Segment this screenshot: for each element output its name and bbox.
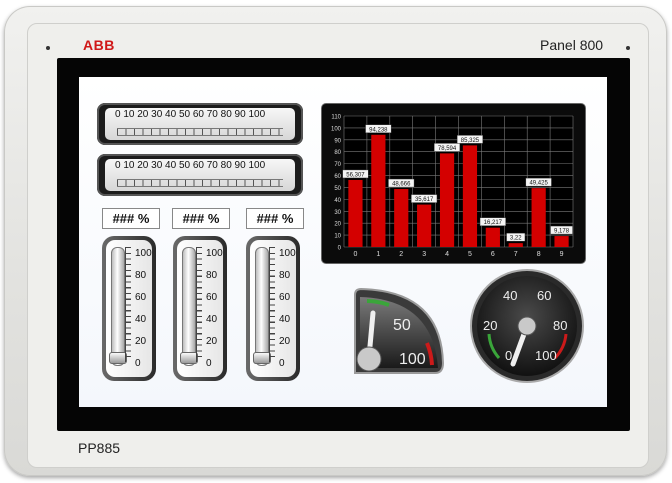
y-tick-label: 30 <box>334 210 341 216</box>
x-tick-label: 8 <box>537 251 541 258</box>
y-tick-label: 0 <box>338 246 342 252</box>
chart-bar <box>417 204 432 247</box>
vertical-slider-2[interactable]: 100 80 60 40 20 0 <box>173 236 227 381</box>
data-label: 9,178 <box>554 229 570 235</box>
bar-meter-face: 0 10 20 30 40 50 60 70 80 90 100 <box>105 108 295 140</box>
chart-bar <box>554 236 569 247</box>
slider-tube <box>255 247 269 366</box>
quarter-gauge[interactable]: 50 100 <box>349 285 447 384</box>
gauge-label: 20 <box>483 318 498 333</box>
data-label: 56,307 <box>346 172 365 178</box>
screw <box>626 46 630 50</box>
chart-bar <box>462 145 478 247</box>
horizontal-bar-meter-2[interactable]: 0 10 20 30 40 50 60 70 80 90 100 <box>97 154 303 196</box>
horizontal-bar-meter-1[interactable]: 0 10 20 30 40 50 60 70 80 90 100 <box>97 103 303 145</box>
brand-logo: ABB <box>83 37 115 53</box>
screw <box>46 46 50 50</box>
gauge-label: 0 <box>505 348 513 363</box>
y-tick-label: 20 <box>334 222 341 228</box>
scale-label: 40 <box>135 314 147 325</box>
scale-label: 20 <box>279 336 291 347</box>
scale-label: 60 <box>279 292 291 303</box>
data-label: 48,666 <box>392 182 411 188</box>
data-label: 49,425 <box>529 181 548 187</box>
bar-scale-labels: 0 10 20 30 40 50 60 70 80 90 100 <box>115 109 266 120</box>
chart-bar <box>371 134 386 247</box>
scale-label: 80 <box>206 270 218 281</box>
chart-bar <box>485 227 500 247</box>
y-tick-label: 40 <box>334 198 341 204</box>
y-tick-label: 10 <box>334 234 341 240</box>
bar-track <box>117 179 283 187</box>
y-tick-label: 80 <box>334 150 341 156</box>
data-label: 94,238 <box>369 127 388 133</box>
bar-chart: 0 10 20 30 40 50 60 70 80 90 100 110 56,307 0 94,238 1 4… <box>331 115 574 258</box>
gauge-label: 100 <box>399 351 426 368</box>
chart-bar <box>508 243 523 247</box>
scale-label: 80 <box>279 270 291 281</box>
scale-label: 40 <box>279 314 291 325</box>
data-label: 16,217 <box>484 220 503 226</box>
x-tick-label: 5 <box>468 251 472 258</box>
gauge-label: 60 <box>537 288 552 303</box>
percent-display-3[interactable]: ### % <box>246 208 304 229</box>
slider-scale <box>269 247 278 362</box>
data-label: 35,617 <box>415 197 434 203</box>
vertical-slider-1[interactable]: 100 80 60 40 20 0 <box>102 236 156 381</box>
data-label: 85,325 <box>461 138 480 144</box>
y-tick-label: 90 <box>334 138 341 144</box>
x-tick-label: 4 <box>445 251 449 258</box>
gauge-label: 40 <box>503 288 518 303</box>
scale-label: 100 <box>279 248 296 259</box>
y-tick-label: 110 <box>331 115 341 121</box>
bar-track <box>117 128 283 136</box>
y-tick-label: 70 <box>334 162 341 168</box>
x-tick-label: 3 <box>422 251 426 258</box>
x-tick-label: 7 <box>514 251 518 258</box>
data-label: 78,594 <box>438 146 457 152</box>
scale-label: 40 <box>206 314 218 325</box>
product-code: PP885 <box>78 440 121 456</box>
gauge-label: 50 <box>393 317 411 334</box>
model-label: Panel 800 <box>540 37 604 53</box>
scale-label: 20 <box>206 336 218 347</box>
scale-label: 60 <box>135 292 147 303</box>
chart-bar <box>531 188 546 247</box>
chart-bar <box>439 153 455 247</box>
y-tick-label: 60 <box>334 174 341 180</box>
vertical-slider-3[interactable]: 100 80 60 40 20 0 <box>246 236 300 381</box>
slider-tube <box>182 247 196 366</box>
scale-label: 0 <box>279 358 285 369</box>
scale-label: 100 <box>206 248 223 259</box>
scale-label: 60 <box>206 292 218 303</box>
bar-scale-labels: 0 10 20 30 40 50 60 70 80 90 100 <box>115 160 266 171</box>
bar-chart-panel[interactable]: 0 10 20 30 40 50 60 70 80 90 100 110 56,307 0 94,238 1 4… <box>322 104 585 263</box>
x-tick-label: 2 <box>399 251 403 258</box>
scale-label: 100 <box>135 248 152 259</box>
x-tick-label: 0 <box>353 251 357 258</box>
slider-scale <box>125 247 134 362</box>
data-label: 3,22 <box>510 236 522 242</box>
percent-display-1[interactable]: ### % <box>102 208 160 229</box>
bar-meter-face: 0 10 20 30 40 50 60 70 80 90 100 <box>105 159 295 191</box>
y-tick-label: 50 <box>334 186 341 192</box>
scale-label: 80 <box>135 270 147 281</box>
slider-tube <box>111 247 125 366</box>
round-gauge[interactable]: 40 60 20 80 0 100 <box>469 268 585 389</box>
slider-scale <box>196 247 205 362</box>
scale-label: 0 <box>135 358 141 369</box>
x-tick-label: 6 <box>491 251 495 258</box>
scale-label: 0 <box>206 358 212 369</box>
y-tick-label: 100 <box>331 126 342 132</box>
gauge-label: 80 <box>553 318 568 333</box>
gauge-label: 100 <box>535 348 557 363</box>
percent-display-2[interactable]: ### % <box>172 208 230 229</box>
scale-label: 20 <box>135 336 147 347</box>
x-tick-label: 9 <box>560 251 564 258</box>
chart-bar <box>394 189 409 247</box>
chart-bar <box>348 179 363 247</box>
x-tick-label: 1 <box>376 251 380 258</box>
